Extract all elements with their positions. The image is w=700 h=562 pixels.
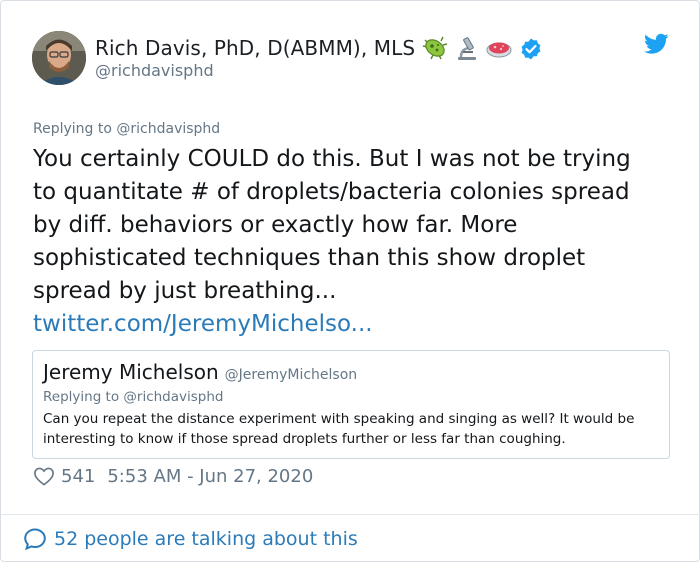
verified-badge-icon [519,35,543,61]
avatar[interactable] [32,31,86,85]
quoted-replying-prefix: Replying to [43,389,120,405]
quoted-tweet-text: Can you repeat the distance experiment w… [43,409,663,449]
quoted-author-handle[interactable]: @JeremyMichelson [225,367,358,383]
tweet-card: Rich Davis, PhD, D(ABMM), MLS @richdavis… [0,0,700,562]
speech-bubble-icon [24,528,46,551]
quoted-text-line: interesting to know if those spread drop… [43,431,566,447]
tweet-link[interactable]: twitter.com/JeremyMichelso... [33,308,683,341]
tweet-text-line: by diff. behaviors or exactly how far. M… [33,212,518,238]
tweet-text: You certainly COULD do this. But I was n… [33,143,683,341]
replying-prefix: Replying to [33,121,112,137]
author-handle[interactable]: @richdavisphd [95,61,214,80]
tweet-text-line: You certainly COULD do this. But I was n… [33,146,631,172]
conversation-link[interactable]: 52 people are talking about this [23,526,358,552]
replying-to: Replying to @richdavisphd [33,121,220,137]
quoted-text-line: Can you repeat the distance experiment w… [43,411,635,427]
quoted-tweet-header: Jeremy Michelson @JeremyMichelson [43,360,357,384]
like-count[interactable]: 541 [61,466,95,487]
microscope-icon [455,35,479,61]
petri-dish-icon [485,35,513,61]
replying-to-handle[interactable]: @richdavisphd [116,121,220,137]
avatar-photo [32,31,86,85]
tweet-meta: 541 5:53 AM - Jun 27, 2020 [33,463,313,489]
author-name[interactable]: Rich Davis, PhD, D(ABMM), MLS [95,36,415,60]
quoted-replying-to: Replying to @richdavisphd [43,389,224,405]
talking-text[interactable]: 52 people are talking about this [54,528,358,550]
tweet-text-line: sophisticated techniques than this show … [33,245,586,271]
microbe-icon [421,35,449,61]
twitter-bird-icon[interactable] [644,33,669,55]
divider [1,514,700,515]
author-name-row: Rich Davis, PhD, D(ABMM), MLS [95,34,543,62]
quoted-author-name[interactable]: Jeremy Michelson [43,360,219,384]
quoted-tweet[interactable]: Jeremy Michelson @JeremyMichelson Replyi… [32,350,670,459]
quoted-replying-to-handle[interactable]: @richdavisphd [123,389,223,405]
tweet-text-line: spread by just breathing... [33,278,337,304]
tweet-text-line: to quantitate # of droplets/bacteria col… [33,179,630,205]
tweet-timestamp[interactable]: 5:53 AM - Jun 27, 2020 [107,466,313,487]
heart-icon[interactable] [33,466,55,486]
